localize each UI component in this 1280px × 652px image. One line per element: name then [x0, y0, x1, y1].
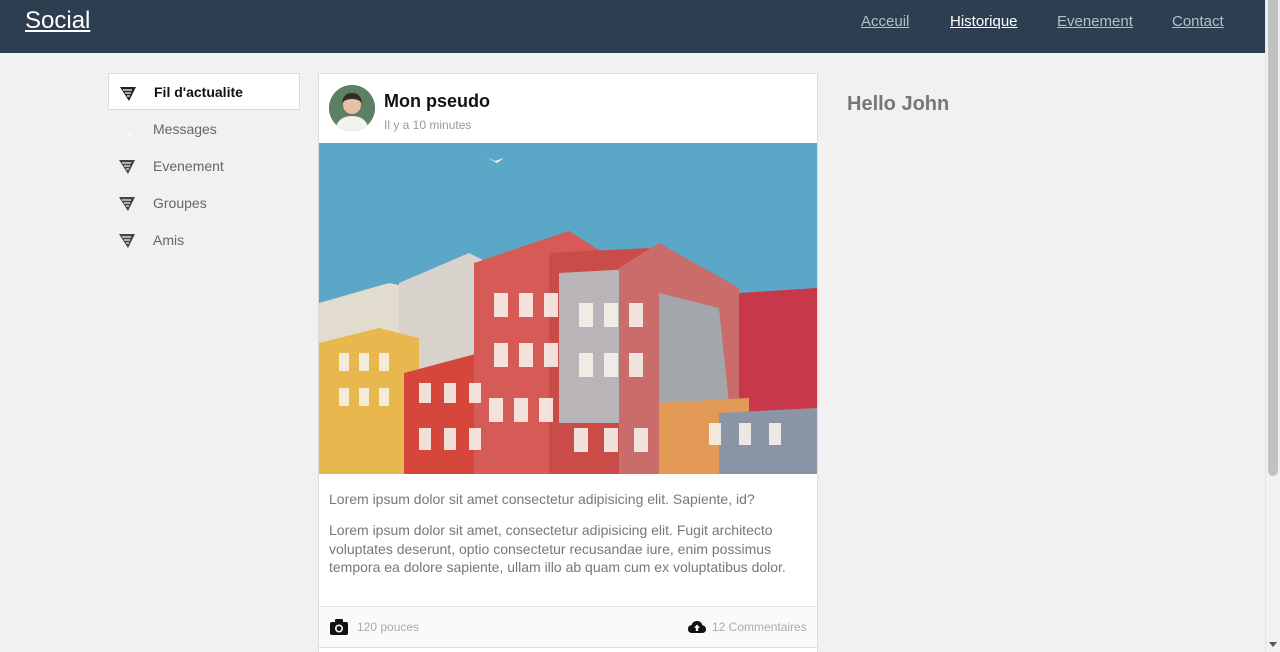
top-navbar: Social Acceuil Historique Evenement Cont…: [0, 0, 1265, 53]
camera-icon[interactable]: [330, 619, 348, 635]
post-photo[interactable]: [319, 143, 817, 474]
messages-icon: [128, 132, 132, 136]
cloud-upload-icon[interactable]: [688, 619, 706, 635]
sidebar-item-label: Groupes: [153, 194, 207, 211]
avatar[interactable]: [329, 85, 375, 131]
sidebar-item-messages[interactable]: Messages: [108, 110, 300, 147]
next-post-card: [318, 647, 818, 652]
scrollbar-thumb[interactable]: [1268, 0, 1278, 476]
nav-historique[interactable]: Historique: [950, 13, 1018, 30]
scroll-down-arrow-icon[interactable]: [1269, 642, 1277, 647]
comments-count[interactable]: 12 Commentaires: [712, 620, 807, 634]
sidebar-item-label: Amis: [153, 231, 185, 248]
nav-evenement[interactable]: Evenement: [1057, 13, 1133, 30]
post-text-intro: Lorem ipsum dolor sit amet consectetur a…: [329, 491, 755, 507]
post-timestamp: Il y a 10 minutes: [384, 118, 472, 132]
post-text-body: Lorem ipsum dolor sit amet, consectetur …: [329, 522, 786, 575]
sidebar-item-groupes[interactable]: Groupes: [108, 184, 300, 221]
friends-icon: [119, 234, 135, 248]
sidebar-item-label: Evenement: [153, 157, 224, 174]
sidebar-item-feed[interactable]: Fil d'actualite: [108, 73, 300, 110]
sidebar-item-evenement[interactable]: Evenement: [108, 147, 300, 184]
post-footer: 120 pouces 12 Commentaires: [319, 606, 817, 648]
sidebar-item-amis[interactable]: Amis: [108, 221, 300, 258]
feed-icon: [120, 87, 136, 101]
post-card: Mon pseudo Il y a 10 minutes Lorem ipsum…: [318, 73, 818, 648]
likes-count[interactable]: 120 pouces: [357, 620, 419, 634]
brand-logo-link[interactable]: Social: [25, 7, 90, 35]
nav-contact[interactable]: Contact: [1172, 13, 1224, 30]
greeting-heading: Hello John: [847, 93, 950, 115]
event-icon: [119, 160, 135, 174]
sidebar-item-label: Messages: [153, 120, 217, 137]
post-author[interactable]: Mon pseudo: [384, 91, 490, 112]
groups-icon: [119, 197, 135, 211]
sidebar-item-label: Fil d'actualite: [154, 83, 243, 100]
nav-acceuil[interactable]: Acceuil: [861, 13, 909, 30]
sidebar: Fil d'actualite Messages Evenement Group…: [108, 73, 300, 258]
page-scrollbar[interactable]: [1265, 0, 1280, 652]
